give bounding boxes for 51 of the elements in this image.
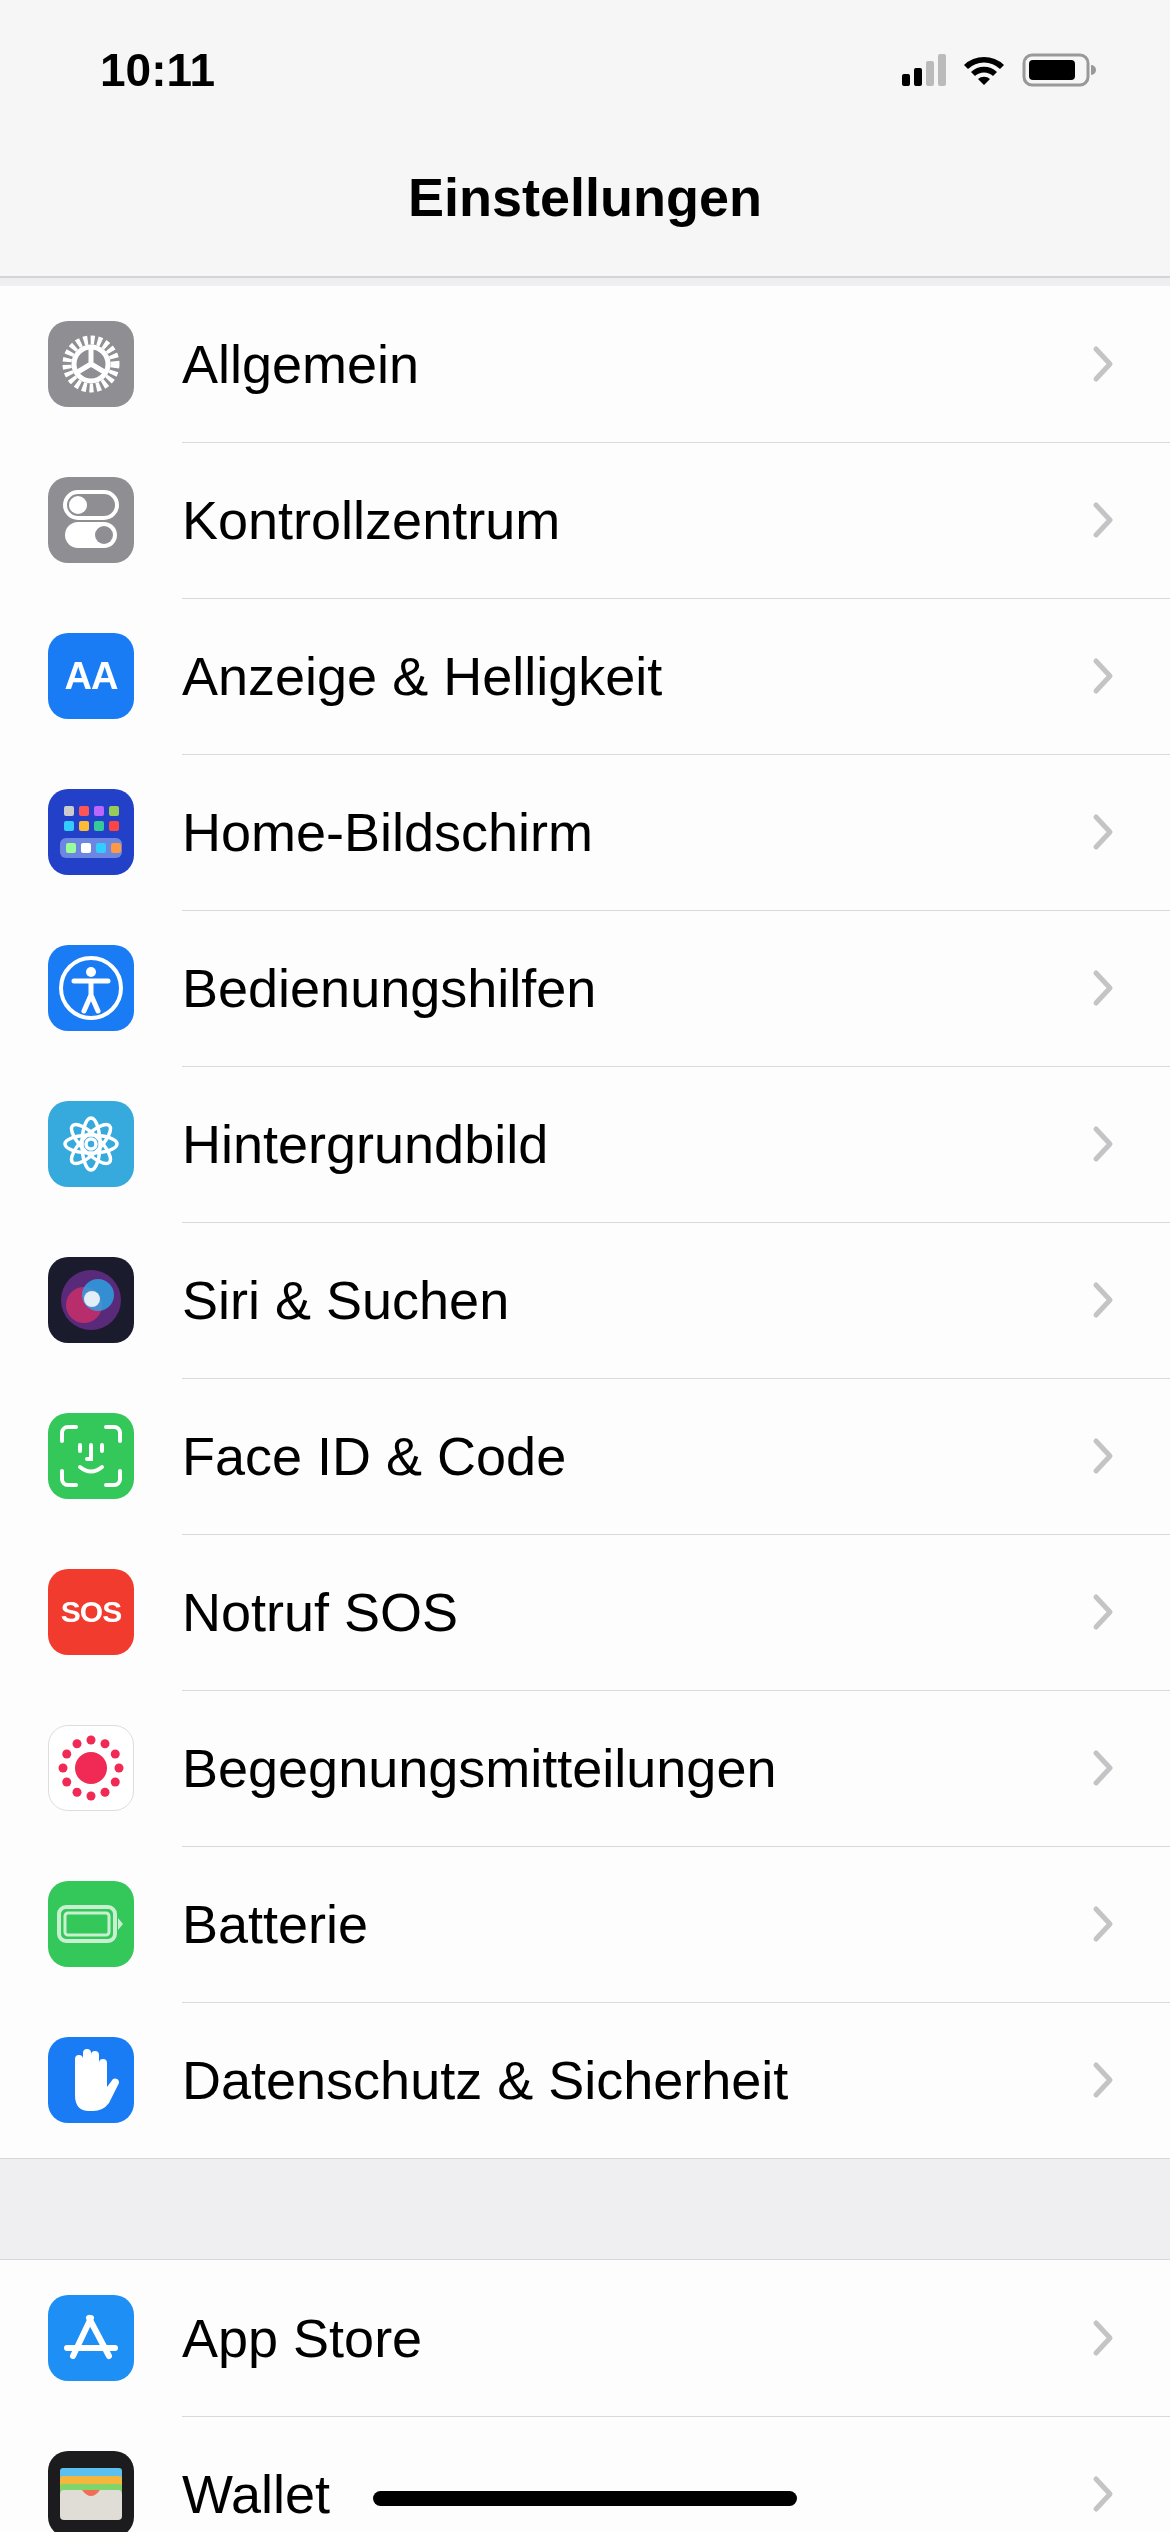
chevron-icon [1092, 1280, 1114, 1319]
row-label: Allgemein [182, 332, 420, 395]
row-label: Datenschutz & Sicherheit [182, 2049, 789, 2111]
row-label: Anzeige & Helligkeit [182, 644, 663, 707]
accessibility-icon [56, 953, 126, 1023]
settings-row[interactable]: Batterie [0, 1846, 1170, 2002]
row-label: Wallet [182, 2463, 331, 2525]
chevron-icon [1092, 656, 1114, 695]
chevron-icon [1092, 1904, 1114, 1943]
row-label: Home-Bildschirm [182, 800, 594, 863]
chevron-icon [1092, 1592, 1114, 1631]
chevron-icon [1092, 812, 1114, 851]
wifi-icon [962, 54, 1006, 86]
row-label: Batterie [182, 1892, 369, 1955]
chevron-icon [1092, 1748, 1114, 1787]
text-icon: SOS [60, 1595, 122, 1629]
chevron-icon [1092, 2061, 1114, 2099]
chevron-icon [1092, 500, 1114, 539]
row-label: Hintergrundbild [182, 1112, 549, 1175]
chevron-icon [1092, 2318, 1114, 2357]
row-label: Siri & Suchen [182, 1268, 510, 1331]
row-label: Face ID & Code [182, 1424, 567, 1487]
row-label: Bedienungshilfen [182, 956, 597, 1019]
settings-row[interactable]: SOS Notruf SOS [0, 1534, 1170, 1690]
page-title: Einstellungen [406, 166, 763, 228]
row-label: Notruf SOS [182, 1580, 459, 1643]
settings-row[interactable]: AA Anzeige & Helligkeit [0, 598, 1170, 754]
battery-icon [56, 1904, 126, 1944]
settings-row[interactable]: Allgemein [0, 286, 1170, 442]
settings-row[interactable]: Face ID & Code [0, 1378, 1170, 1534]
settings-row[interactable]: Home-Bildschirm [0, 754, 1170, 910]
face-id-icon [58, 1423, 124, 1489]
settings-row[interactable]: Begegnungsmitteilungen [0, 1690, 1170, 1846]
chevron-icon [1092, 2475, 1114, 2513]
settings-row[interactable]: Datenschutz & Sicherheit [0, 2002, 1170, 2158]
settings-row[interactable]: Siri & Suchen [0, 1222, 1170, 1378]
text-icon: AA [64, 654, 118, 698]
chevron-icon [1092, 1436, 1114, 1475]
chevron-icon [1092, 968, 1114, 1007]
row-label: Begegnungsmitteilungen [182, 1736, 777, 1799]
chevron-icon [1092, 344, 1114, 383]
signal-icon [902, 54, 946, 86]
chevron-icon [1092, 1124, 1114, 1163]
settings-row[interactable]: Bedienungshilfen [0, 910, 1170, 1066]
settings-row[interactable]: Kontrollzentrum [0, 442, 1170, 598]
status-time: 10:11 [100, 43, 216, 97]
row-label: Kontrollzentrum [182, 488, 561, 551]
row-label: App Store [182, 2306, 423, 2369]
settings-row[interactable]: App Store [0, 2260, 1170, 2416]
battery-status-icon [1022, 53, 1096, 87]
settings-row[interactable]: Hintergrundbild [0, 1066, 1170, 1222]
